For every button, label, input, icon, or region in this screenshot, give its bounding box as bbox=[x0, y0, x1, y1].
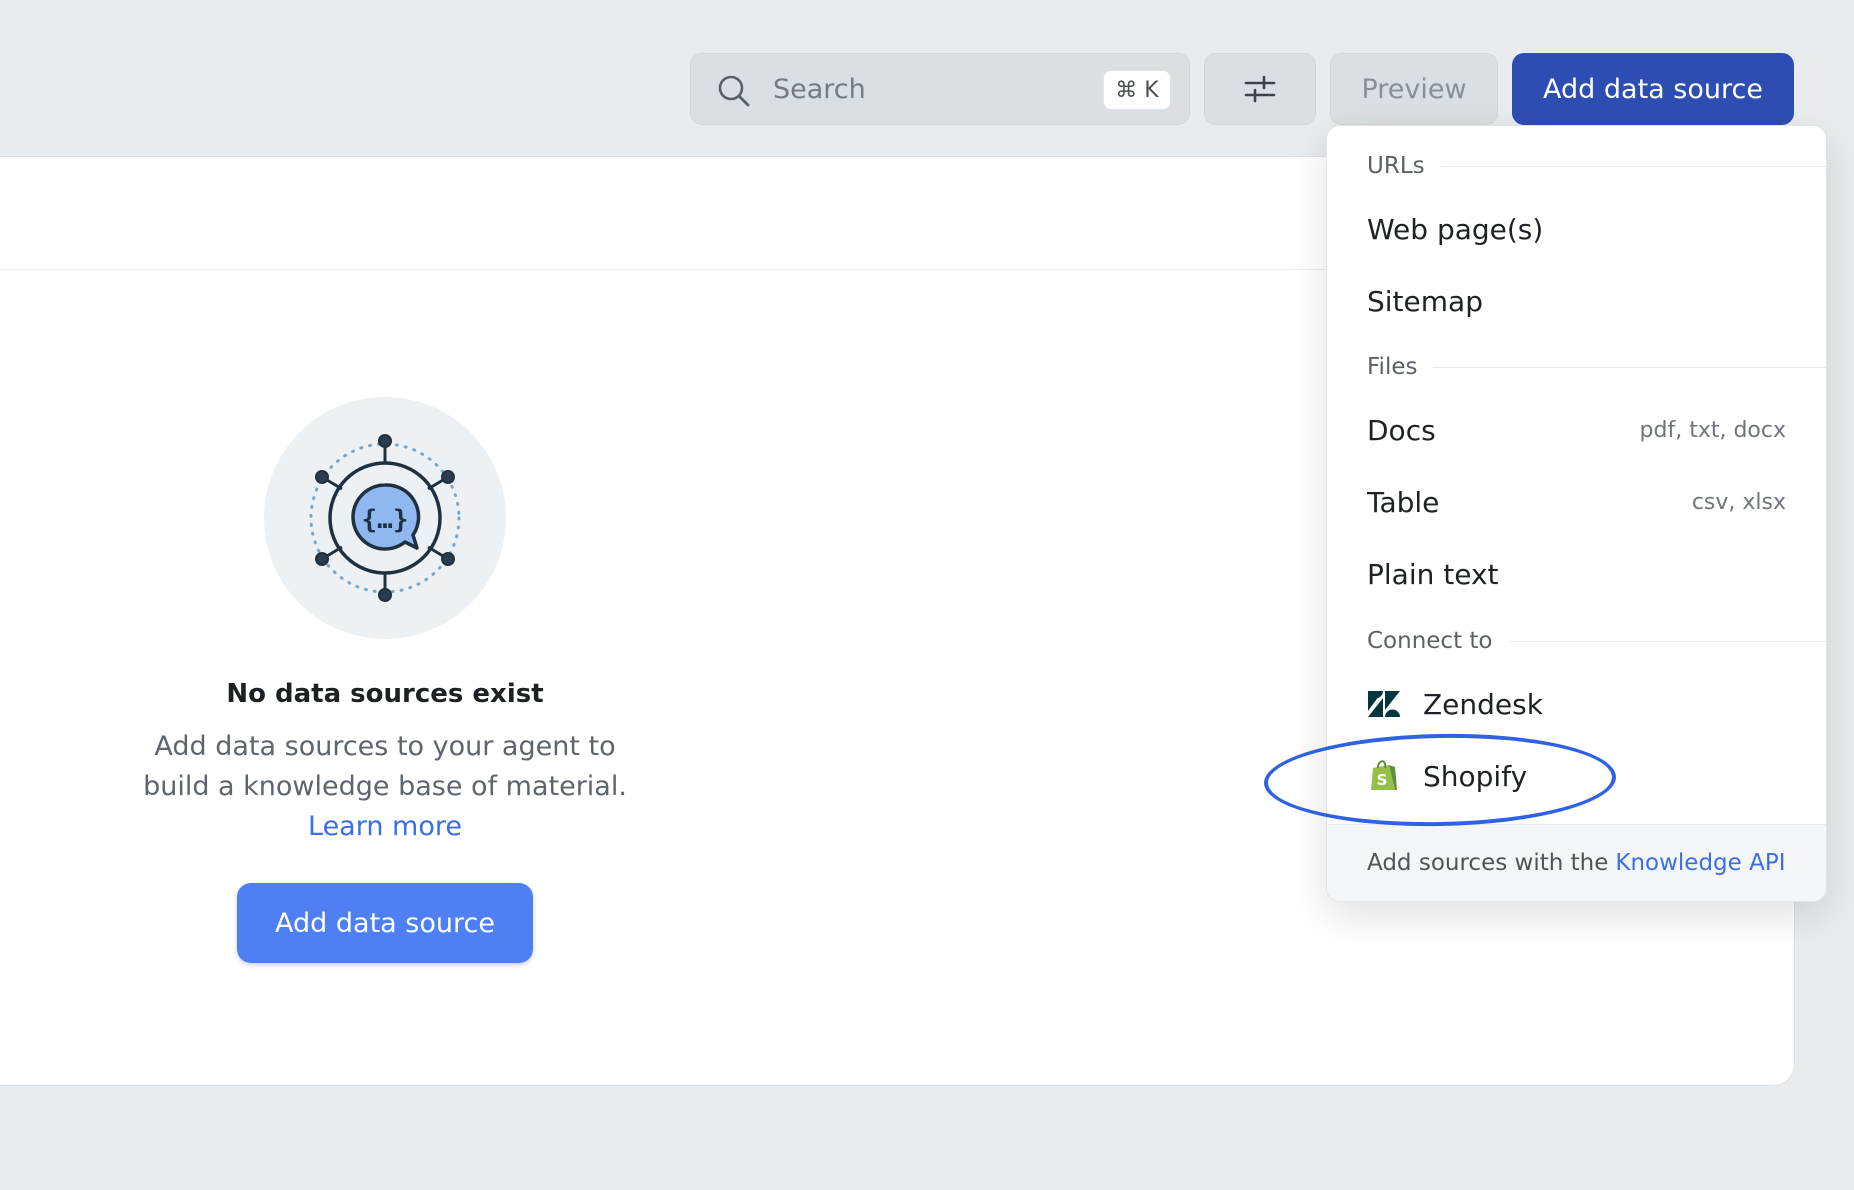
knowledge-network-illustration: {…} bbox=[264, 397, 506, 639]
filter-button[interactable] bbox=[1204, 53, 1316, 125]
menu-item-filetypes: pdf, txt, docx bbox=[1639, 417, 1786, 443]
learn-more-link[interactable]: Learn more bbox=[308, 811, 462, 842]
menu-item-filetypes: csv, xlsx bbox=[1691, 489, 1786, 515]
menu-item-docs[interactable]: Docs pdf, txt, docx bbox=[1367, 405, 1786, 455]
menu-section-heading: Files bbox=[1367, 354, 1418, 380]
zendesk-logo-icon bbox=[1367, 687, 1401, 721]
menu-item-label: Plain text bbox=[1367, 557, 1499, 591]
svg-text:{…}: {…} bbox=[362, 505, 409, 535]
menu-item-label: Zendesk bbox=[1423, 687, 1543, 721]
section-divider bbox=[1508, 640, 1826, 642]
search-input[interactable]: Search ⌘ K bbox=[690, 53, 1190, 125]
menu-item-plain-text[interactable]: Plain text bbox=[1367, 549, 1786, 599]
menu-section-connect: Connect to bbox=[1367, 626, 1826, 656]
empty-state-title: No data sources exist bbox=[226, 679, 544, 709]
search-placeholder: Search bbox=[773, 74, 866, 105]
menu-section-urls: URLs bbox=[1367, 151, 1826, 181]
menu-section-files: Files bbox=[1367, 352, 1826, 382]
search-icon bbox=[718, 75, 750, 107]
empty-state-description-text: Add data sources to your agent to build … bbox=[143, 731, 627, 802]
preview-button[interactable]: Preview bbox=[1330, 53, 1498, 125]
network-hub-icon: {…} bbox=[309, 434, 461, 602]
knowledge-api-link[interactable]: Knowledge API bbox=[1615, 850, 1785, 876]
sliders-icon bbox=[1244, 75, 1276, 103]
menu-item-label: Table bbox=[1367, 485, 1440, 519]
menu-footer-text: Add sources with the bbox=[1367, 850, 1609, 876]
add-data-source-button[interactable]: Add data source bbox=[1512, 53, 1794, 125]
section-divider bbox=[1433, 366, 1826, 368]
menu-item-label: Web page(s) bbox=[1367, 212, 1544, 246]
menu-item-web-pages[interactable]: Web page(s) bbox=[1367, 204, 1786, 254]
section-divider bbox=[1440, 165, 1826, 167]
menu-item-label: Docs bbox=[1367, 413, 1436, 447]
menu-section-heading: Connect to bbox=[1367, 628, 1493, 654]
menu-item-zendesk[interactable]: Zendesk bbox=[1367, 679, 1786, 729]
empty-state: {…} No data sources exist Add data sourc… bbox=[129, 397, 641, 963]
menu-item-table[interactable]: Table csv, xlsx bbox=[1367, 477, 1786, 527]
search-shortcut-badge: ⌘ K bbox=[1103, 70, 1171, 110]
menu-footer: Add sources with the Knowledge API bbox=[1327, 824, 1826, 901]
menu-section-heading: URLs bbox=[1367, 153, 1425, 179]
menu-item-label: Sitemap bbox=[1367, 284, 1483, 318]
menu-item-sitemap[interactable]: Sitemap bbox=[1367, 276, 1786, 326]
empty-state-add-data-source-button[interactable]: Add data source bbox=[237, 883, 533, 963]
empty-state-description: Add data sources to your agent to build … bbox=[129, 727, 641, 847]
